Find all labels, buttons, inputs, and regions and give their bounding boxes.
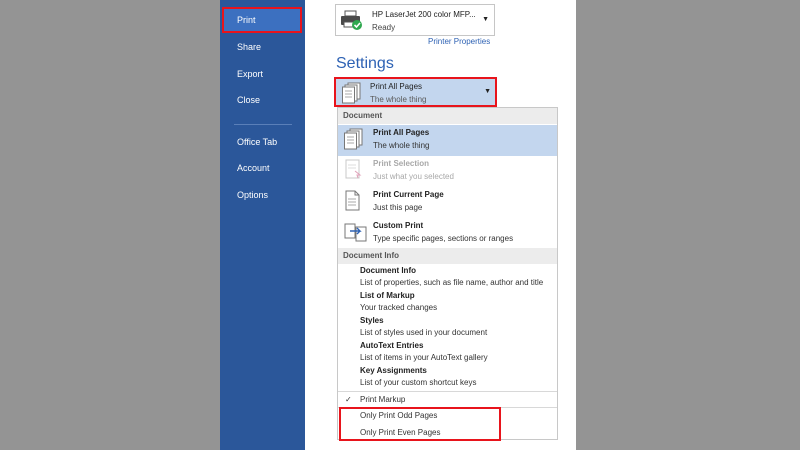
nav-item-options[interactable]: Options bbox=[237, 189, 268, 201]
option-label: Custom Print bbox=[373, 221, 424, 230]
print-pages-combo[interactable]: Print All Pages The whole thing ▼ bbox=[334, 77, 497, 107]
nav-item-account[interactable]: Account bbox=[237, 162, 270, 174]
settings-heading: Settings bbox=[336, 55, 394, 72]
option-label: List of Markup bbox=[360, 291, 415, 300]
divider bbox=[338, 391, 557, 392]
nav-item-close[interactable]: Close bbox=[237, 94, 260, 106]
section-header-document: Document bbox=[338, 108, 557, 124]
pages-icon bbox=[342, 82, 362, 109]
option-sub: List of items in your AutoText gallery bbox=[360, 353, 488, 362]
option-only-print-odd-pages[interactable]: Only Print Odd Pages bbox=[360, 411, 437, 420]
option-key-assignments[interactable]: Key Assignments List of your custom shor… bbox=[360, 365, 556, 389]
nav-item-export[interactable]: Export bbox=[237, 68, 263, 80]
option-autotext-entries[interactable]: AutoText Entries List of items in your A… bbox=[360, 340, 556, 364]
option-label: Print Selection bbox=[373, 159, 430, 168]
printer-status: Ready bbox=[372, 23, 396, 32]
word-backstage-window: Print Share Export Close Office Tab Acco… bbox=[220, 0, 576, 450]
option-print-markup[interactable]: Print Markup bbox=[360, 395, 405, 404]
print-pages-dropdown: Document Print All Pages The whole thing bbox=[337, 107, 558, 441]
option-sub: Your tracked changes bbox=[360, 303, 438, 312]
option-label: Document Info bbox=[360, 266, 416, 275]
printer-dropdown[interactable]: HP LaserJet 200 color MFP... Ready ▼ bbox=[335, 4, 495, 36]
print-pages-combo-label: Print All Pages bbox=[370, 82, 423, 91]
option-print-all-pages[interactable]: Print All Pages The whole thing bbox=[338, 125, 557, 156]
option-sub: Just what you selected bbox=[373, 172, 454, 181]
backstage-nav: Print Share Export Close Office Tab Acco… bbox=[220, 0, 305, 450]
option-sub: Type specific pages, sections or ranges bbox=[373, 234, 514, 243]
chevron-down-icon: ▼ bbox=[482, 16, 489, 23]
option-print-current-page[interactable]: Print Current Page Just this page bbox=[338, 187, 557, 218]
section-header-document-info: Document Info bbox=[338, 248, 557, 264]
option-label: Print Current Page bbox=[373, 190, 444, 199]
option-label: Styles bbox=[360, 316, 384, 325]
nav-divider bbox=[234, 124, 292, 125]
nav-item-share[interactable]: Share bbox=[237, 41, 261, 53]
option-document-info[interactable]: Document Info List of properties, such a… bbox=[360, 265, 556, 289]
printer-properties-link[interactable]: Printer Properties bbox=[428, 37, 490, 46]
option-sub: List of properties, such as file name, a… bbox=[360, 278, 544, 287]
selection-icon bbox=[344, 159, 364, 186]
check-icon: ✓ bbox=[345, 395, 352, 404]
printer-icon bbox=[340, 10, 364, 37]
print-pages-combo-sub: The whole thing bbox=[370, 95, 427, 104]
printer-name: HP LaserJet 200 color MFP... bbox=[372, 10, 476, 19]
option-label: Print All Pages bbox=[373, 128, 430, 137]
print-pane: HP LaserJet 200 color MFP... Ready ▼ Pri… bbox=[305, 0, 576, 450]
option-only-print-even-pages[interactable]: Only Print Even Pages bbox=[360, 428, 440, 437]
pages-icon bbox=[344, 128, 364, 155]
nav-item-office-tab[interactable]: Office Tab bbox=[237, 136, 277, 148]
nav-item-print-label: Print bbox=[237, 15, 256, 25]
option-sub: The whole thing bbox=[373, 141, 430, 150]
option-label: Key Assignments bbox=[360, 366, 427, 375]
option-list-of-markup[interactable]: List of Markup Your tracked changes bbox=[360, 290, 556, 314]
option-styles[interactable]: Styles List of styles used in your docum… bbox=[360, 315, 556, 339]
chevron-down-icon: ▼ bbox=[484, 88, 491, 95]
option-custom-print[interactable]: Custom Print Type specific pages, sectio… bbox=[338, 218, 557, 249]
page-icon bbox=[344, 190, 364, 217]
nav-item-print[interactable]: Print bbox=[222, 7, 302, 33]
option-sub: List of your custom shortcut keys bbox=[360, 378, 477, 387]
option-print-selection[interactable]: Print Selection Just what you selected bbox=[338, 156, 557, 187]
option-sub: List of styles used in your document bbox=[360, 328, 488, 337]
option-sub: Just this page bbox=[373, 203, 423, 212]
option-label: AutoText Entries bbox=[360, 341, 424, 350]
custom-print-icon bbox=[344, 221, 368, 248]
